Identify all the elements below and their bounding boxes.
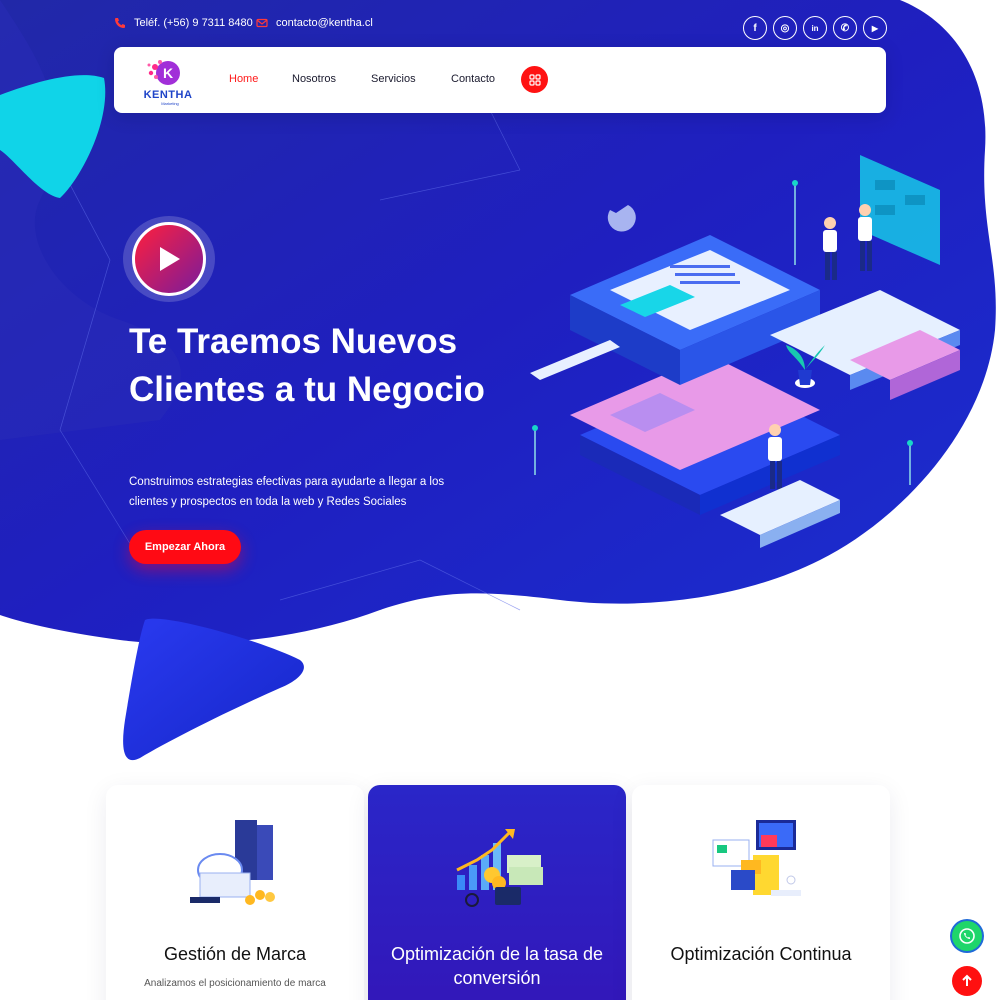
- svg-text:K: K: [163, 65, 173, 81]
- nav-link-servicios[interactable]: Servicios: [371, 73, 416, 85]
- arrow-up-icon: [962, 974, 972, 986]
- logo-text: KENTHA: [143, 89, 193, 101]
- service-title: Optimización Continua: [670, 944, 852, 964]
- social-links: f ◎ in ✆ ▶: [743, 16, 887, 40]
- main-navigation: K KENTHA Marketing Home Nosotros Servici…: [114, 47, 886, 113]
- menu-grid-button[interactable]: [521, 66, 548, 93]
- phone-contact[interactable]: Teléf. (+56) 9 7311 8480: [114, 17, 253, 29]
- service-card-optimization[interactable]: Optimización Continua: [632, 785, 890, 1000]
- instagram-icon[interactable]: ◎: [773, 16, 797, 40]
- logo[interactable]: K KENTHA Marketing: [142, 53, 194, 107]
- service-card-brand[interactable]: Gestión de Marca Analizamos el posiciona…: [106, 785, 364, 1000]
- whatsapp-float-button[interactable]: [952, 921, 982, 951]
- nav-link-contacto[interactable]: Contacto: [451, 73, 495, 85]
- whatsapp-icon[interactable]: ✆: [833, 16, 857, 40]
- service-text: Analizamos el posicionamiento de marca: [144, 978, 326, 989]
- linkedin-icon[interactable]: in: [803, 16, 827, 40]
- nav-link-nosotros[interactable]: Nosotros: [292, 73, 336, 85]
- hero-subtitle: Construimos estrategias efectivas para a…: [129, 476, 445, 508]
- tax-monitor-icon: [712, 820, 801, 896]
- play-button-inner: [132, 222, 206, 296]
- email-text: contacto@kentha.cl: [276, 17, 373, 29]
- growth-chart-icon: [456, 829, 543, 907]
- video-play-button[interactable]: [123, 216, 215, 302]
- service-title: Optimización de la tasa de conversión: [390, 944, 604, 988]
- hero-tech-illustration: [530, 155, 960, 548]
- start-now-button[interactable]: Empezar Ahora: [129, 530, 241, 564]
- logo-mark-icon: K: [147, 60, 180, 85]
- top-contact-bar: Teléf. (+56) 9 7311 8480 contacto@kentha…: [0, 0, 1000, 50]
- scroll-top-button[interactable]: [952, 966, 982, 996]
- phone-text: Teléf. (+56) 9 7311 8480: [134, 17, 253, 29]
- phone-icon: [115, 18, 125, 28]
- email-contact[interactable]: contacto@kentha.cl: [256, 17, 373, 29]
- play-icon: [160, 247, 180, 271]
- envelope-icon: [256, 18, 268, 28]
- logo-subtext: Marketing: [161, 101, 179, 106]
- whatsapp-icon: [959, 928, 975, 944]
- hero-title: Te Traemos Nuevos Clientes a tu Negocio: [129, 322, 485, 409]
- youtube-icon[interactable]: ▶: [863, 16, 887, 40]
- service-title: Gestión de Marca: [163, 944, 307, 964]
- grid-icon: [528, 73, 541, 86]
- service-card-conversion[interactable]: Optimización de la tasa de conversión: [368, 785, 626, 1000]
- nav-link-home[interactable]: Home: [229, 73, 258, 85]
- facebook-icon[interactable]: f: [743, 16, 767, 40]
- brand-documents-icon: [190, 820, 275, 905]
